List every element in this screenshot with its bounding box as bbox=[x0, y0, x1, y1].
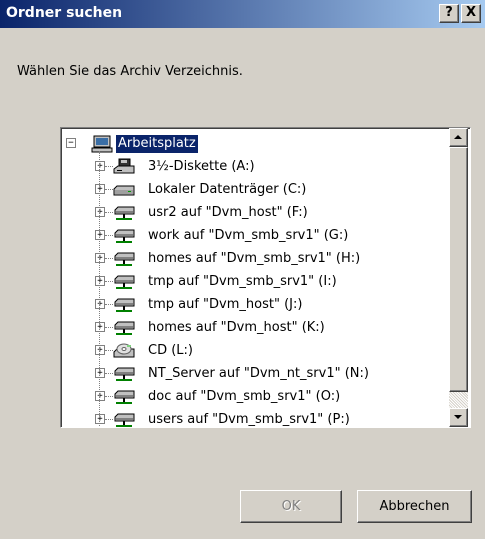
tree-connector bbox=[105, 350, 113, 351]
expand-icon[interactable]: + bbox=[95, 253, 105, 263]
tree-row[interactable]: + NT_Server auf "Dvm_nt_srv1" (N:) bbox=[61, 363, 449, 386]
tree-item-label: tmp auf "Dvm_smb_srv1" (I:) bbox=[148, 274, 337, 289]
tree-item-label: usr2 auf "Dvm_host" (F:) bbox=[148, 205, 308, 220]
tree-item-label: homes auf "Dvm_host" (K:) bbox=[148, 320, 325, 335]
tree-root-label: Arbeitsplatz bbox=[116, 135, 198, 153]
tree-row[interactable]: + usr2 auf "Dvm_host" (F:) bbox=[61, 202, 449, 225]
scroll-thumb[interactable] bbox=[449, 147, 468, 392]
tree-row[interactable]: + users auf "Dvm_smb_srv1" (P:) bbox=[61, 409, 449, 427]
tree-connector bbox=[105, 304, 113, 305]
network-drive-icon bbox=[113, 204, 135, 222]
help-button[interactable]: ? bbox=[439, 4, 459, 23]
network-drive-icon bbox=[113, 250, 135, 268]
tree-item-label: NT_Server auf "Dvm_nt_srv1" (N:) bbox=[148, 366, 369, 381]
collapse-icon[interactable]: − bbox=[66, 138, 76, 148]
tree-connector bbox=[105, 419, 113, 420]
vertical-scrollbar[interactable] bbox=[449, 128, 468, 427]
tree-row[interactable]: + doc auf "Dvm_smb_srv1" (O:) bbox=[61, 386, 449, 409]
tree-connector bbox=[105, 212, 113, 213]
tree-connector bbox=[105, 373, 113, 374]
prompt-text: Wählen Sie das Archiv Verzeichnis. bbox=[17, 64, 243, 79]
tree-item-label: users auf "Dvm_smb_srv1" (P:) bbox=[148, 412, 350, 427]
cd-drive-icon bbox=[113, 342, 135, 360]
expand-icon[interactable]: + bbox=[95, 207, 105, 217]
window-title: Ordner suchen bbox=[6, 5, 123, 21]
network-drive-icon bbox=[113, 411, 135, 427]
expand-icon[interactable]: + bbox=[95, 276, 105, 286]
tree-item-label: homes auf "Dvm_smb_srv1" (H:) bbox=[148, 251, 361, 266]
tree-row[interactable]: +3½-Diskette (A:) bbox=[61, 156, 449, 179]
tree-connector bbox=[105, 327, 113, 328]
close-button[interactable]: X bbox=[461, 4, 481, 23]
network-drive-icon bbox=[113, 296, 135, 314]
tree-row[interactable]: + homes auf "Dvm_host" (K:) bbox=[61, 317, 449, 340]
arrow-up-icon bbox=[454, 135, 462, 139]
expand-icon[interactable]: + bbox=[95, 368, 105, 378]
tree-connector bbox=[105, 235, 113, 236]
expand-icon[interactable]: + bbox=[95, 322, 105, 332]
tree-connector bbox=[105, 258, 113, 259]
expand-icon[interactable]: + bbox=[95, 391, 105, 401]
tree-row[interactable]: + CD (L:) bbox=[61, 340, 449, 363]
tree-row[interactable]: + homes auf "Dvm_smb_srv1" (H:) bbox=[61, 248, 449, 271]
expand-icon[interactable]: + bbox=[95, 345, 105, 355]
expand-icon[interactable]: + bbox=[95, 184, 105, 194]
network-drive-icon bbox=[113, 273, 135, 291]
scroll-down-button[interactable] bbox=[449, 408, 468, 427]
expand-icon[interactable]: + bbox=[95, 299, 105, 309]
tree-row[interactable]: + work auf "Dvm_smb_srv1" (G:) bbox=[61, 225, 449, 248]
expand-icon[interactable]: + bbox=[95, 414, 105, 424]
tree-row[interactable]: + tmp auf "Dvm_smb_srv1" (I:) bbox=[61, 271, 449, 294]
my-computer-icon bbox=[91, 135, 113, 153]
expand-icon[interactable]: + bbox=[95, 230, 105, 240]
floppy-drive-icon bbox=[113, 158, 135, 176]
folder-tree[interactable]: − Arbeitsplatz +3½-Diskette (A:) + Lokaler D… bbox=[60, 127, 471, 428]
tree-connector bbox=[105, 189, 113, 190]
network-drive-icon bbox=[113, 227, 135, 245]
tree-item-label: CD (L:) bbox=[148, 343, 193, 358]
tree-connector bbox=[105, 396, 113, 397]
arrow-down-icon bbox=[454, 415, 462, 419]
tree-item-label: doc auf "Dvm_smb_srv1" (O:) bbox=[148, 389, 341, 404]
tree-row[interactable]: + tmp auf "Dvm_host" (J:) bbox=[61, 294, 449, 317]
tree-connector bbox=[105, 281, 113, 282]
tree-item-label: tmp auf "Dvm_host" (J:) bbox=[148, 297, 303, 312]
tree-connector bbox=[105, 166, 113, 167]
cancel-button[interactable]: Abbrechen bbox=[357, 490, 472, 523]
title-bar: Ordner suchen ? X bbox=[0, 0, 485, 28]
tree-row[interactable]: + Lokaler Datenträger (C:) bbox=[61, 179, 449, 202]
tree-item-label: Lokaler Datenträger (C:) bbox=[148, 182, 307, 197]
network-drive-icon bbox=[113, 365, 135, 383]
tree-root-row[interactable]: − Arbeitsplatz bbox=[61, 133, 449, 156]
expand-icon[interactable]: + bbox=[95, 161, 105, 171]
tree-view[interactable]: − Arbeitsplatz +3½-Diskette (A:) + Lokaler D… bbox=[61, 128, 449, 427]
tree-item-label: 3½-Diskette (A:) bbox=[148, 159, 255, 174]
tree-item-label: work auf "Dvm_smb_srv1" (G:) bbox=[148, 228, 349, 243]
network-drive-icon bbox=[113, 388, 135, 406]
ok-button[interactable]: OK bbox=[240, 490, 342, 523]
tree-connector bbox=[99, 151, 100, 427]
network-drive-icon bbox=[113, 319, 135, 337]
hard-drive-icon bbox=[113, 181, 135, 199]
scroll-up-button[interactable] bbox=[449, 128, 468, 147]
